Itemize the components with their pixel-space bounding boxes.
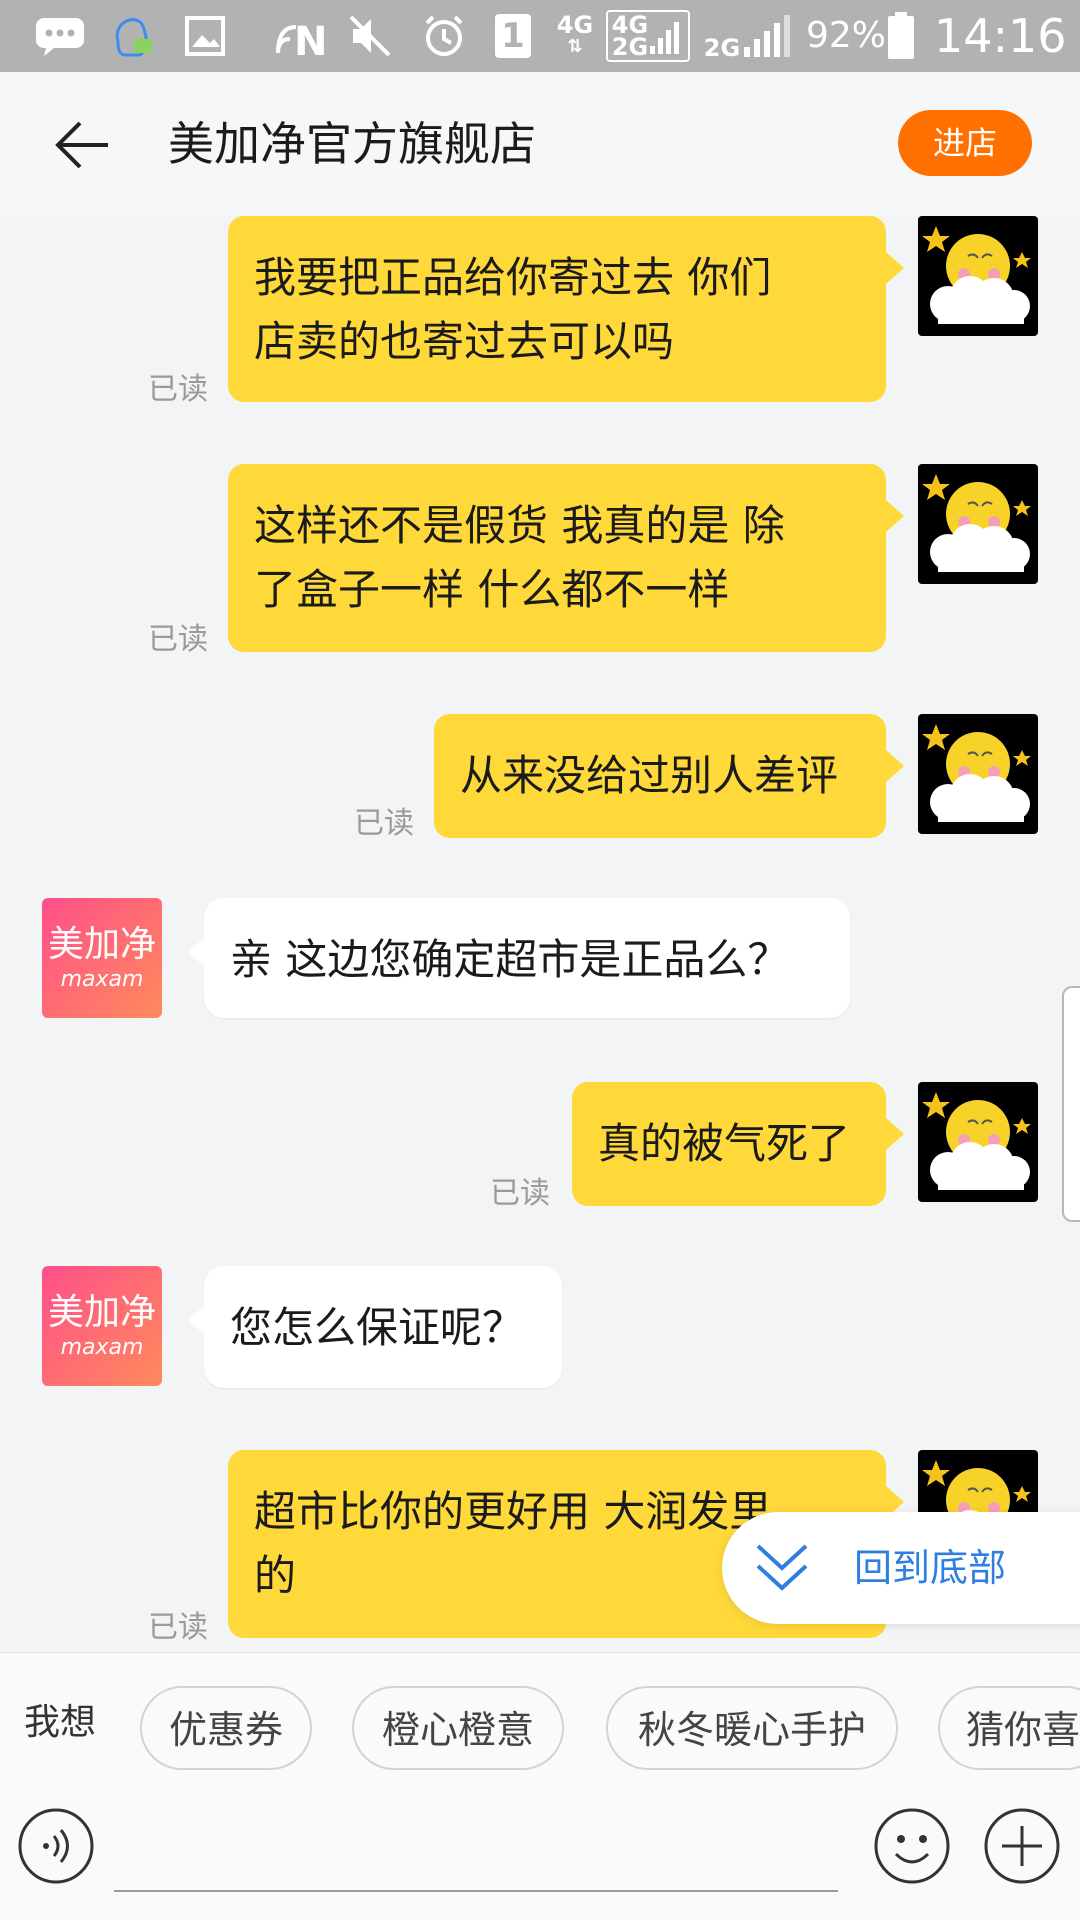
message-input[interactable] <box>114 1822 838 1892</box>
sim-icon: 1 <box>490 0 536 72</box>
more-button[interactable] <box>982 1806 1062 1886</box>
status-bar: N 1 4G ⇅ 4G 2G 2G 92% 14:16 <box>0 0 1080 72</box>
shop-logo-text: 美加净 <box>47 1292 156 1333</box>
message-bubble-mine[interactable]: 这样还不是假货 我真的是 除 了盒子一样 什么都不一样 <box>228 464 904 652</box>
network-4g-label: 4G <box>556 11 594 39</box>
alarm-icon <box>416 0 472 72</box>
back-to-bottom-button[interactable]: 回到底部 <box>722 1512 1080 1624</box>
battery-icon <box>884 0 918 72</box>
back-arrow-icon <box>55 121 108 169</box>
shop-logo-subtext: maxam <box>60 1335 144 1360</box>
my-avatar[interactable] <box>918 1082 1038 1202</box>
enter-store-button[interactable]: 进店 <box>898 110 1032 176</box>
mute-icon <box>342 0 398 72</box>
smiley-icon <box>874 1808 950 1884</box>
sun-cloud-avatar-icon <box>922 474 1031 572</box>
signal-4g-2g-icon: 4G 2G <box>604 0 692 72</box>
read-receipt: 已读 <box>148 1610 208 1645</box>
sun-cloud-avatar-icon <box>922 1092 1031 1190</box>
quick-reply-bar: 我想 优惠券 橙心橙意 秋冬暖心手护 猜你喜 <box>0 1652 1080 1793</box>
input-bar <box>0 1792 1080 1920</box>
signal-2g-icon: 2G <box>700 0 796 72</box>
sun-cloud-avatar-icon <box>922 724 1031 822</box>
back-button[interactable] <box>52 117 112 173</box>
data-arrows-icon: ⇅ <box>567 36 583 57</box>
my-avatar[interactable] <box>918 464 1038 584</box>
message-bubble-mine[interactable]: 我要把正品给你寄过去 你们 店卖的也寄过去可以吗 <box>228 216 904 402</box>
sun-cloud-avatar-icon <box>922 226 1031 324</box>
shop-logo-subtext: maxam <box>60 967 144 992</box>
message-icon <box>30 0 90 72</box>
read-receipt: 已读 <box>148 372 208 407</box>
my-avatar[interactable] <box>918 714 1038 834</box>
network-4g-2g-bottom: 2G <box>611 33 649 61</box>
voice-icon <box>18 1808 94 1884</box>
quick-reply-chip[interactable]: 优惠券 <box>140 1686 312 1770</box>
quick-reply-chip[interactable]: 秋冬暖心手护 <box>606 1686 898 1770</box>
qq-icon <box>108 0 158 72</box>
page-title: 美加净官方旗舰店 <box>168 117 536 171</box>
side-panel-tab[interactable] <box>1062 986 1080 1222</box>
svg-text:N: N <box>294 19 327 59</box>
read-receipt: 已读 <box>490 1176 550 1211</box>
plus-icon <box>984 1808 1060 1884</box>
message-bubble-mine[interactable]: 从来没给过别人差评 <box>434 714 904 838</box>
read-receipt: 已读 <box>148 622 208 657</box>
my-avatar[interactable] <box>918 216 1038 336</box>
shop-avatar[interactable]: 美加净 maxam <box>42 1266 162 1386</box>
message-bubble-mine[interactable]: 真的被气死了 <box>572 1082 904 1206</box>
chat-area[interactable]: 已读 我要把正品给你寄过去 你们 店卖的也寄过去可以吗 已读 这样还不是假货 我… <box>0 216 1080 1652</box>
battery-percent: 92% <box>806 15 887 56</box>
quick-reply-chip[interactable]: 橙心橙意 <box>352 1686 564 1770</box>
message-bubble-shop[interactable]: 您怎么保证呢？ <box>188 1266 562 1388</box>
double-chevron-down-icon <box>756 1544 808 1591</box>
network-4g-indicator: 4G ⇅ <box>552 0 598 72</box>
clock: 14:16 <box>934 9 1067 63</box>
message-bubble-shop[interactable]: 亲 这边您确定超市是正品么？ <box>188 898 850 1018</box>
back-to-bottom-label: 回到底部 <box>854 1546 1007 1590</box>
signal-bars-icon <box>650 22 680 54</box>
quick-reply-chip[interactable]: 猜你喜 <box>938 1686 1080 1770</box>
read-receipt: 已读 <box>354 806 414 841</box>
sim-slot-label: 1 <box>495 14 531 58</box>
emoji-button[interactable] <box>872 1806 952 1886</box>
voice-input-button[interactable] <box>16 1806 96 1886</box>
nfc-icon: N <box>270 0 330 72</box>
shop-avatar[interactable]: 美加净 maxam <box>42 898 162 1018</box>
navigation-bar: 美加净官方旗舰店 进店 <box>0 72 1080 216</box>
image-icon <box>178 0 232 72</box>
network-2g-label: 2G <box>703 34 741 62</box>
shop-logo-text: 美加净 <box>47 924 156 965</box>
quick-reply-label: 我想 <box>24 1702 97 1743</box>
